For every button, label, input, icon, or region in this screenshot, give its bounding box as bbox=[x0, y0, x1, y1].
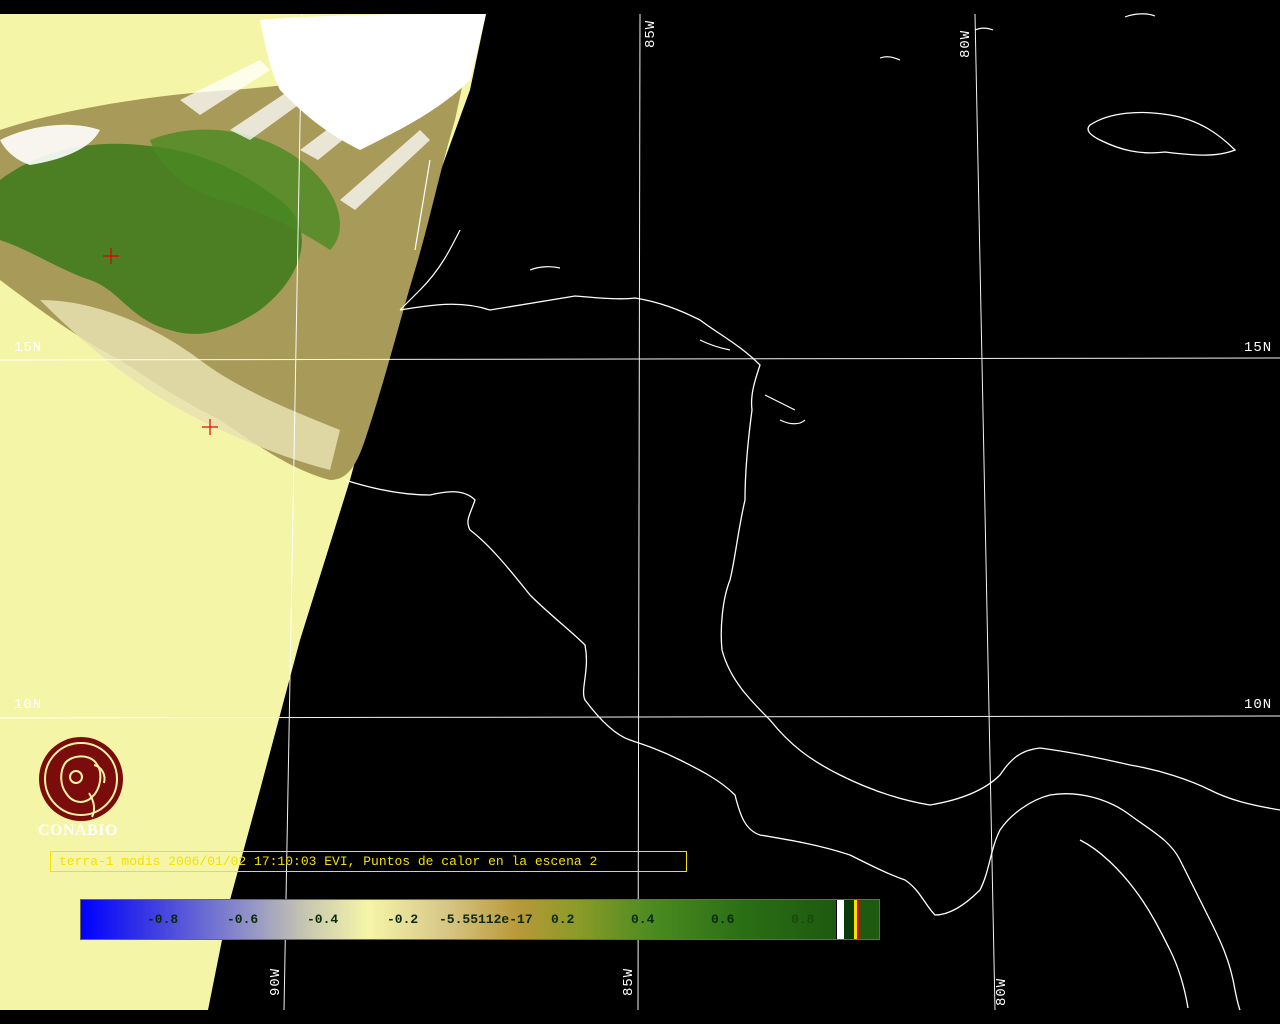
colorbar-tick: -0.2 bbox=[387, 912, 419, 927]
coastline-central-america bbox=[399, 295, 1280, 811]
lon-label-85w-top: 85W bbox=[643, 19, 659, 48]
lon-label-80w-bottom: 80W bbox=[994, 977, 1010, 1006]
island-north bbox=[529, 13, 1156, 271]
lon-label-80w-top: 80W bbox=[958, 29, 974, 58]
colorbar-tick: 0.8 bbox=[791, 912, 815, 927]
lat-label-15n-right: 15N bbox=[1244, 340, 1273, 356]
scene-caption: terra-1 modis 2006/01/02 17:10:03 EVI, P… bbox=[50, 851, 687, 872]
lat-label-10n-right: 10N bbox=[1244, 697, 1273, 713]
lat-label-15n-left: 15N bbox=[14, 340, 43, 356]
colorbar-tick: 0.6 bbox=[711, 912, 735, 927]
coastline-south-america bbox=[1079, 839, 1189, 1009]
coastline-nicaragua-islands bbox=[699, 339, 806, 425]
conabio-wordmark: CONABIO bbox=[38, 822, 118, 839]
jamaica bbox=[1087, 111, 1237, 156]
lon-line-80w bbox=[974, 13, 996, 1011]
colorbar-dark-swatch bbox=[844, 900, 854, 939]
colorbar-tick: 0.4 bbox=[631, 912, 655, 927]
lon-label-90w-bottom: 90W bbox=[268, 967, 284, 996]
colorbar-tick: -0.6 bbox=[227, 912, 259, 927]
lat-label-10n-left: 10N bbox=[14, 697, 43, 713]
colorbar-tick: 0.2 bbox=[551, 912, 575, 927]
evi-colorbar: -0.8 -0.6 -0.4 -0.2 -5.55112e-17 0.2 0.4… bbox=[80, 899, 880, 940]
colorbar-tick: -5.55112e-17 bbox=[439, 912, 533, 927]
colorbar-end-swatch bbox=[860, 900, 879, 939]
colorbar-white-swatch bbox=[837, 900, 844, 939]
colorbar-tick: -0.8 bbox=[147, 912, 179, 927]
lon-label-85w-bottom: 85W bbox=[621, 967, 637, 996]
colorbar-tick: -0.4 bbox=[307, 912, 339, 927]
